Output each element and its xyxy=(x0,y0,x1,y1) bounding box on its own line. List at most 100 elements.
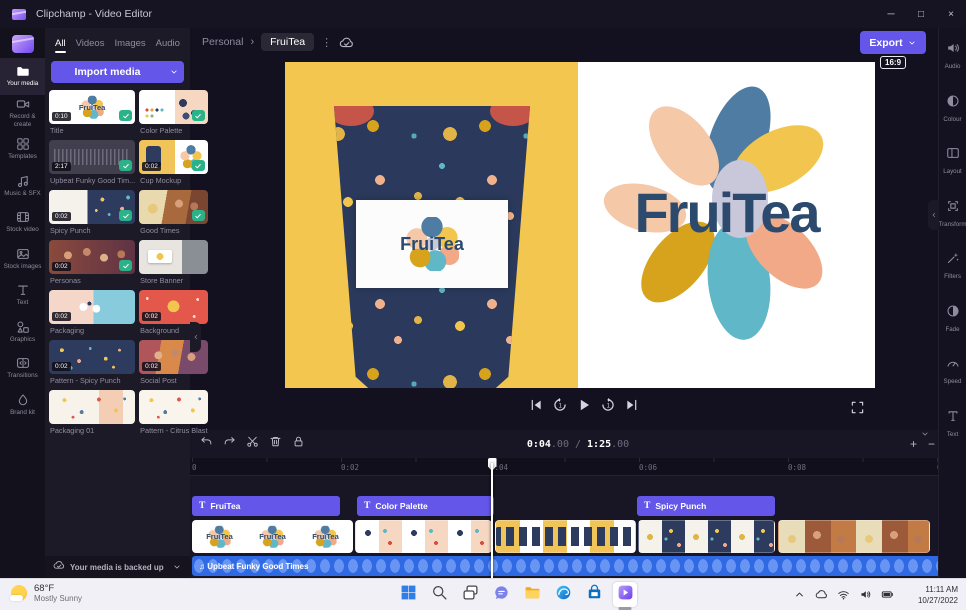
skip-end-icon xyxy=(624,397,640,418)
tool-filters[interactable]: Filters xyxy=(939,244,966,297)
sidebar-item-label: Your media xyxy=(7,80,39,88)
import-options-button[interactable] xyxy=(164,61,184,83)
fullscreen-button[interactable] xyxy=(850,400,865,415)
taskbar-edge-button[interactable] xyxy=(551,582,575,607)
taskbar-store-button[interactable] xyxy=(582,582,606,607)
weather-sun-icon xyxy=(10,584,28,602)
taskbar-search-button[interactable] xyxy=(427,582,451,607)
color-palette-clip[interactable] xyxy=(355,520,492,553)
preview-canvas[interactable]: FruiTea FruiTea xyxy=(285,62,875,388)
media-item-title[interactable]: FruiTea0:10Title xyxy=(49,90,135,138)
contrast-icon xyxy=(946,94,960,113)
media-item-store-banner[interactable]: Store Banner xyxy=(139,240,207,288)
timeline-ruler[interactable]: 00:020:040:060:080:1 xyxy=(190,458,966,476)
tool-fade[interactable]: Fade xyxy=(939,297,966,350)
backup-status-bar[interactable]: Your media is backed up xyxy=(45,556,190,578)
media-item-label: Pattern - Spicy Punch xyxy=(50,376,135,385)
text-clip-fruitea[interactable]: TFruiTea xyxy=(192,496,340,516)
sidebar-item-stock-images[interactable]: Stock images xyxy=(0,241,45,278)
tab-audio[interactable]: Audio xyxy=(156,38,180,53)
cup-mockup-clip[interactable] xyxy=(495,520,636,553)
audio-clip[interactable]: ♫ Upbeat Funky Good Times xyxy=(192,556,964,576)
sidebar-item-graphics[interactable]: Graphics xyxy=(0,314,45,351)
sidebar-item-record-create[interactable]: Record & create xyxy=(0,95,45,132)
title-clip[interactable]: FruiTeaFruiTeaFruiTea xyxy=(192,520,353,553)
sidebar-item-stock-video[interactable]: Stock video xyxy=(0,204,45,241)
split-button[interactable] xyxy=(246,435,259,453)
taskbar-clock[interactable]: 11:11 AM 10/27/2022 xyxy=(918,584,958,606)
sidebar-item-text[interactable]: Text xyxy=(0,277,45,314)
tray-volume-button[interactable] xyxy=(859,588,872,606)
tool-colour[interactable]: Colour xyxy=(939,87,966,140)
lock-button[interactable] xyxy=(292,435,305,453)
media-item-color-palette[interactable]: Color Palette xyxy=(139,90,207,138)
maximize-button[interactable]: □ xyxy=(906,0,936,28)
redo-button[interactable] xyxy=(223,435,236,453)
windows-taskbar: 68°F Mostly Sunny 11:11 AM 10/27/2022 xyxy=(0,578,966,610)
tray-battery-button[interactable] xyxy=(881,588,894,606)
chevron-down-icon[interactable] xyxy=(172,562,182,572)
sidebar-item-label: Graphics xyxy=(10,336,35,344)
breadcrumb-personal[interactable]: Personal xyxy=(202,36,243,48)
tray-onedrive-cloud-button[interactable] xyxy=(815,588,828,606)
media-item-cup-mockup[interactable]: 0:02Cup Mockup xyxy=(139,140,207,188)
tool-transform[interactable]: Transform xyxy=(939,192,966,245)
media-item-label: Packaging xyxy=(50,326,135,335)
tool-speed[interactable]: Speed xyxy=(939,349,966,402)
media-item-pattern-spicy-punch[interactable]: 0:02Pattern - Spicy Punch xyxy=(49,340,135,388)
taskbar-file-explorer-button[interactable] xyxy=(520,582,544,607)
tray-wifi-button[interactable] xyxy=(837,588,850,606)
taskbar-windows-button[interactable] xyxy=(396,582,420,607)
weather-widget[interactable]: 68°F Mostly Sunny xyxy=(10,583,82,603)
close-button[interactable]: × xyxy=(936,0,966,28)
split-icon xyxy=(246,435,259,453)
check-badge xyxy=(119,110,132,121)
media-item-packaging[interactable]: 0:02Packaging xyxy=(49,290,135,338)
zoom-in-button[interactable]: + xyxy=(910,438,917,450)
media-item-label: Color Palette xyxy=(140,126,207,135)
media-item-personas[interactable]: 0:02Personas xyxy=(49,240,135,288)
import-media-button[interactable]: Import media xyxy=(51,61,164,83)
breadcrumb-project-name[interactable]: FruiTea xyxy=(261,33,314,51)
good-times-clip[interactable] xyxy=(778,520,930,553)
delete-button[interactable] xyxy=(269,435,282,453)
tool-layout[interactable]: Layout xyxy=(939,139,966,192)
taskbar-task-view-button[interactable] xyxy=(458,582,482,607)
tool-text[interactable]: Text xyxy=(939,402,966,455)
tool-audio[interactable]: Audio xyxy=(939,34,966,87)
export-button[interactable]: Export xyxy=(860,31,926,54)
collapse-tools-handle[interactable] xyxy=(928,200,939,230)
minimize-button[interactable]: ─ xyxy=(876,0,906,28)
forward-1s-button[interactable]: 1 xyxy=(600,399,616,415)
back-1s-button[interactable]: 1 xyxy=(552,399,568,415)
timeline: 0:04.00 / 1:25.00 +− 00:020:040:060:080:… xyxy=(190,430,966,578)
sidebar-item-brand-kit[interactable]: Brand kit xyxy=(0,387,45,424)
sidebar-item-your-media[interactable]: Your media xyxy=(0,58,45,95)
sidebar-item-music-sfx[interactable]: Music & SFX xyxy=(0,168,45,205)
skip-end-button[interactable] xyxy=(624,399,640,415)
spicy-punch-clip[interactable] xyxy=(638,520,775,553)
taskbar-clipchamp-button[interactable] xyxy=(613,582,637,607)
media-item-packaging-01[interactable]: Packaging 01 xyxy=(49,390,135,438)
text-clip-spicy-punch[interactable]: TSpicy Punch xyxy=(637,496,775,516)
media-thumbnail: 0:02 xyxy=(139,290,207,324)
sidebar-item-transitions[interactable]: Transitions xyxy=(0,350,45,387)
tab-images[interactable]: Images xyxy=(114,38,145,53)
media-item-spicy-punch[interactable]: 0:02Spicy Punch xyxy=(49,190,135,238)
tab-all[interactable]: All xyxy=(55,38,66,53)
zoom-out-button[interactable]: − xyxy=(928,438,935,450)
play-button[interactable] xyxy=(576,399,592,415)
tray-chevron-up-button[interactable] xyxy=(793,588,806,606)
sidebar-item-templates[interactable]: Templates xyxy=(0,131,45,168)
desktop: Clipchamp - Video Editor ─ □ × Your medi… xyxy=(0,0,966,610)
media-item-pattern-citrus-blast[interactable]: Pattern - Citrus Blast xyxy=(139,390,207,438)
text-clip-color-palette[interactable]: TColor Palette xyxy=(357,496,494,516)
taskbar-chat-button[interactable] xyxy=(489,582,513,607)
media-item-good-times[interactable]: Good Times xyxy=(139,190,207,238)
aspect-ratio-badge[interactable]: 16:9 xyxy=(880,56,906,69)
media-item-upbeat-funky-good-tim[interactable]: 2:17Upbeat Funky Good Tim... xyxy=(49,140,135,188)
kebab-menu-icon[interactable]: ⋮ xyxy=(321,36,332,49)
tab-videos[interactable]: Videos xyxy=(76,38,105,53)
skip-start-button[interactable] xyxy=(528,399,544,415)
collapse-media-panel-handle[interactable] xyxy=(190,322,201,352)
